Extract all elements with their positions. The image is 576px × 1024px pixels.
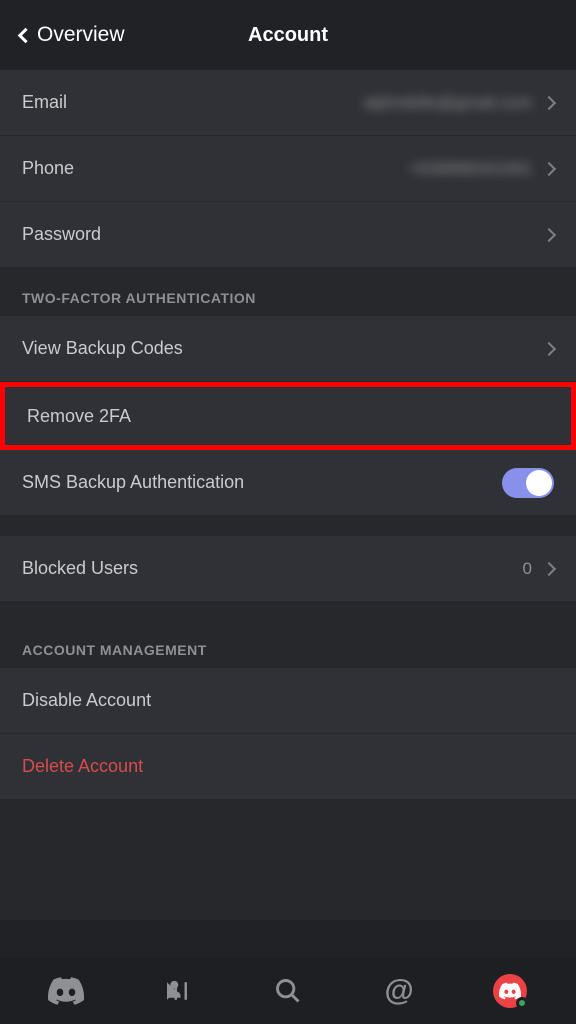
phone-value-container: +639968341061	[409, 159, 554, 179]
chevron-right-icon	[542, 161, 556, 175]
profile-avatar[interactable]	[485, 966, 535, 1016]
sms-backup-label: SMS Backup Authentication	[22, 472, 244, 493]
mentions-icon[interactable]: @	[374, 966, 424, 1016]
back-button[interactable]: Overview	[20, 23, 125, 47]
twofa-section-header: TWO-FACTOR AUTHENTICATION	[0, 268, 576, 316]
chevron-right-icon	[542, 95, 556, 109]
toggle-knob	[526, 470, 552, 496]
twofa-section: View Backup Codes Remove 2FA SMS Backup …	[0, 316, 576, 516]
chevron-right-icon	[542, 561, 556, 575]
status-online-icon	[516, 997, 528, 1009]
password-chevron-container	[544, 230, 554, 240]
chevron-left-icon	[18, 27, 34, 43]
bottom-nav: @	[0, 958, 576, 1024]
header: Overview Account	[0, 0, 576, 70]
password-label: Password	[22, 224, 101, 245]
email-label: Email	[22, 92, 67, 113]
friends-icon[interactable]	[152, 966, 202, 1016]
discord-icon[interactable]	[41, 966, 91, 1016]
blocked-value-container: 0	[523, 559, 554, 579]
account-section: Email alphrdelle@gmail.com Phone +639968…	[0, 70, 576, 268]
section-gap	[0, 516, 576, 536]
delete-account-row[interactable]: Delete Account	[0, 734, 576, 800]
back-label: Overview	[37, 23, 125, 47]
sms-backup-row[interactable]: SMS Backup Authentication	[0, 450, 576, 516]
management-section-header: ACCOUNT MANAGEMENT	[0, 602, 576, 668]
view-backup-label: View Backup Codes	[22, 338, 183, 359]
phone-row[interactable]: Phone +639968341061	[0, 136, 576, 202]
email-row[interactable]: Email alphrdelle@gmail.com	[0, 70, 576, 136]
management-section: Disable Account Delete Account	[0, 668, 576, 800]
email-value-container: alphrdelle@gmail.com	[364, 93, 554, 113]
view-backup-codes-row[interactable]: View Backup Codes	[0, 316, 576, 382]
email-value: alphrdelle@gmail.com	[364, 93, 532, 113]
blocked-section: Blocked Users 0	[0, 536, 576, 602]
page-title: Account	[248, 24, 328, 47]
avatar-icon	[493, 974, 527, 1008]
bottom-spacer	[0, 800, 576, 920]
phone-label: Phone	[22, 158, 74, 179]
sms-backup-toggle[interactable]	[502, 468, 554, 498]
blocked-label: Blocked Users	[22, 558, 138, 579]
chevron-right-icon	[542, 341, 556, 355]
password-row[interactable]: Password	[0, 202, 576, 268]
disable-account-row[interactable]: Disable Account	[0, 668, 576, 734]
delete-label: Delete Account	[22, 756, 143, 777]
phone-value: +639968341061	[409, 159, 532, 179]
disable-label: Disable Account	[22, 690, 151, 711]
remove-2fa-label: Remove 2FA	[27, 406, 131, 427]
chevron-right-icon	[542, 227, 556, 241]
remove-2fa-row[interactable]: Remove 2FA	[0, 382, 576, 450]
blocked-users-row[interactable]: Blocked Users 0	[0, 536, 576, 602]
blocked-count: 0	[523, 559, 532, 579]
search-icon[interactable]	[263, 966, 313, 1016]
